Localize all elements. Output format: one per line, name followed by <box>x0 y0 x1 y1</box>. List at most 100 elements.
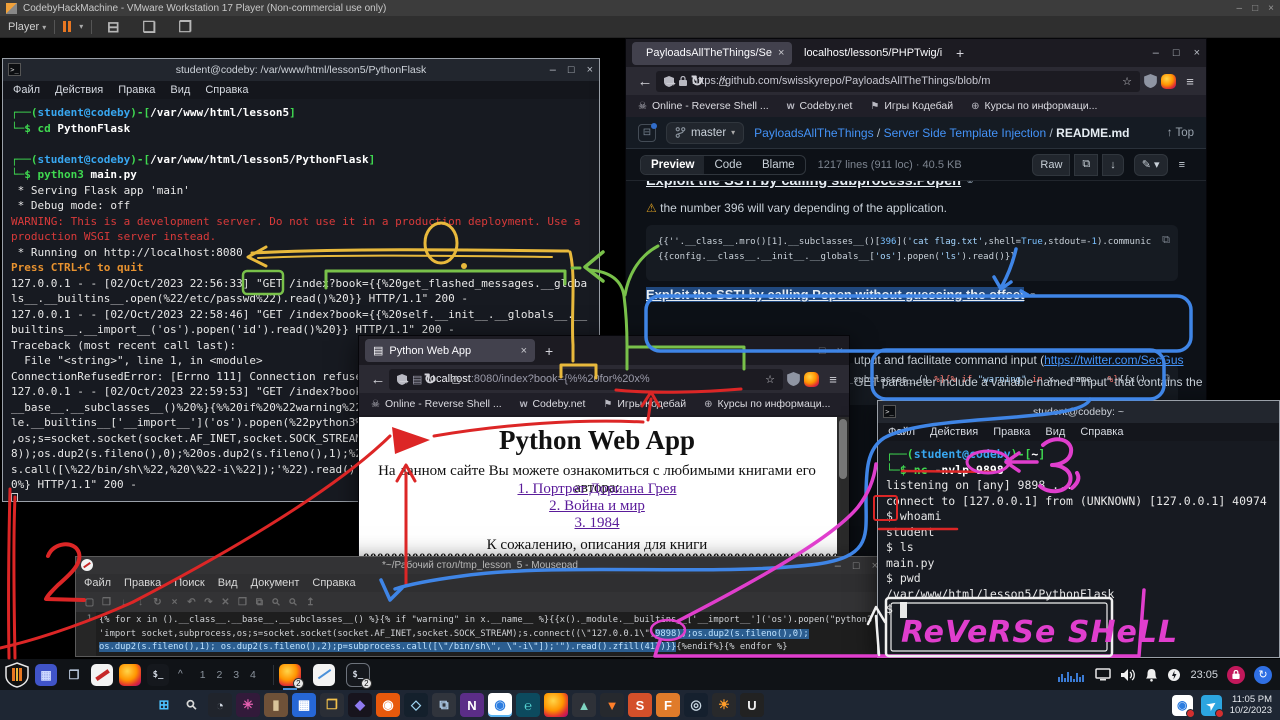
chrome-icon[interactable]: ◉ <box>488 693 512 717</box>
bookmark-star-icon[interactable]: ☆ <box>765 373 775 386</box>
firefox-icon[interactable] <box>119 664 141 686</box>
maximize-button[interactable]: □ <box>568 64 575 76</box>
taskbar-window-firefox[interactable]: 2 <box>279 664 301 686</box>
mousepad-window[interactable]: *~/Рабочий стол/tmp_lesson_5 - Mousepad … <box>75 556 885 657</box>
file-tree-toggle-icon[interactable]: ⊟ <box>638 124 656 142</box>
chevron-up-icon[interactable]: ^ <box>174 669 187 680</box>
menu-actions[interactable]: Действия <box>55 84 103 96</box>
reload-icon[interactable]: ↻ <box>684 68 710 94</box>
vm-menu-logo[interactable] <box>4 662 30 688</box>
screen-lock-icon[interactable] <box>1227 666 1245 684</box>
back-icon[interactable]: ← <box>365 366 391 392</box>
copy-icon[interactable]: ❐ <box>235 595 250 610</box>
edit-pencil-icon[interactable]: ✎ ▾ <box>1134 154 1168 176</box>
chrome-tray-icon[interactable]: ◉ <box>1172 695 1193 716</box>
goto-icon[interactable]: ↥ <box>303 595 318 610</box>
update-icon[interactable]: ↻ <box>1254 666 1272 684</box>
new-file-icon[interactable]: ▢ <box>82 595 97 610</box>
tab-github[interactable]: PayloadsAllTheThings/Se× <box>632 42 792 65</box>
app-calendar[interactable]: ▦ <box>292 693 316 717</box>
volume-icon[interactable] <box>1120 668 1136 682</box>
menu-view[interactable]: Вид <box>218 577 238 589</box>
outline-icon[interactable]: ≡ <box>1172 154 1192 176</box>
link-anchor-icon[interactable]: ⚭ <box>1028 290 1037 302</box>
cut-icon[interactable]: ✕ <box>218 595 233 610</box>
bookmark-codeby[interactable]: wCodeby.net <box>520 398 586 410</box>
fullscreen-icon[interactable]: ❏ <box>136 14 162 40</box>
breadcrumb[interactable]: PayloadsAllTheThings / Server Side Templ… <box>754 126 1129 140</box>
menu-view[interactable]: Вид <box>170 84 190 96</box>
find-icon[interactable]: ⚲ <box>269 595 284 610</box>
pause-dropdown[interactable]: ▾ <box>79 22 83 31</box>
secgus-link[interactable]: https://twitter.com/SecGus <box>1044 353 1183 367</box>
bookmark-star-icon[interactable]: ☆ <box>1122 75 1132 88</box>
download-icon[interactable]: ↓ <box>1102 154 1124 176</box>
replace-icon[interactable]: ⚲ <box>286 595 301 610</box>
reload-icon[interactable]: ↻ <box>150 595 165 610</box>
player-menu[interactable]: Player ▾ <box>8 21 46 33</box>
mousepad-icon[interactable] <box>91 664 113 686</box>
hamburger-menu-icon[interactable]: ≡ <box>1180 74 1200 89</box>
terminal1-titlebar[interactable]: >_ student@codeby: /var/www/html/lesson5… <box>3 59 599 81</box>
menu-view[interactable]: Вид <box>1045 426 1065 438</box>
terminal2-titlebar[interactable]: >_ student@codeby: ~ <box>878 401 1279 423</box>
app-vmware[interactable]: ⧉ <box>432 693 456 717</box>
menu-edit[interactable]: Правка <box>118 84 155 96</box>
file-manager-icon[interactable]: ❒ <box>63 664 85 686</box>
close-tab-icon[interactable]: × <box>521 345 527 357</box>
code-block-subprocess[interactable]: {{''.__class__.mro()[1].__subclasses__()… <box>646 225 1178 281</box>
tab-preview[interactable]: Preview <box>641 156 704 174</box>
open-file-icon[interactable]: ❐ <box>99 595 114 610</box>
copy-code-icon[interactable]: ⧉ <box>1162 233 1170 247</box>
display-icon[interactable] <box>1095 668 1111 681</box>
app-carrot[interactable]: ▼ <box>600 693 624 717</box>
url-text[interactable]: https://github.com/swisskyrepo/PayloadsA… <box>692 75 990 87</box>
start-button[interactable]: ⊞ <box>152 693 176 717</box>
close-file-icon[interactable]: × <box>167 595 182 610</box>
firefox-icon[interactable] <box>544 693 568 717</box>
pause-vm-button[interactable] <box>63 21 71 32</box>
minimize-button[interactable]: – <box>1237 3 1243 14</box>
new-tab-button[interactable]: + <box>950 45 970 61</box>
pocket-icon[interactable] <box>1144 74 1157 88</box>
app-3d[interactable]: ◇ <box>404 693 428 717</box>
bookmark-courses[interactable]: ⊕Курсы по информаци... <box>971 100 1097 112</box>
menu-help[interactable]: Справка <box>205 84 248 96</box>
back-icon[interactable]: ← <box>632 68 658 94</box>
taskbar-window-mousepad[interactable] <box>313 664 335 686</box>
app-steam[interactable]: ◎ <box>684 693 708 717</box>
forward-icon[interactable]: → <box>658 68 684 94</box>
search-icon[interactable]: ⚲ <box>180 693 204 717</box>
bookmark-games[interactable]: ⚑Игры Кодебай <box>603 398 686 410</box>
app-gauge[interactable]: ◔ <box>208 693 232 717</box>
mousepad-titlebar[interactable]: *~/Рабочий стол/tmp_lesson_5 - Mousepad … <box>76 557 884 574</box>
devices-icon[interactable]: ⊟ <box>100 14 126 40</box>
redo-icon[interactable]: ↷ <box>201 595 216 610</box>
cpu-graph-icon[interactable] <box>1058 668 1086 682</box>
close-button[interactable]: × <box>837 345 843 357</box>
telegram-icon[interactable]: ➤ <box>1201 695 1222 716</box>
menu-help[interactable]: Справка <box>1080 426 1123 438</box>
menu-file[interactable]: Файл <box>888 426 915 438</box>
minimize-button[interactable]: – <box>550 64 556 76</box>
book-link-3[interactable]: 3. 1984 <box>359 515 835 532</box>
reload-icon[interactable]: ↻ <box>417 366 443 392</box>
menu-search[interactable]: Поиск <box>174 577 204 589</box>
app-portrait[interactable]: ▮ <box>264 693 288 717</box>
show-desktop-icon[interactable]: ▦ <box>35 664 57 686</box>
unity-mode-icon[interactable]: ❐ <box>172 14 198 40</box>
maximize-button[interactable]: □ <box>819 345 826 357</box>
bookmark-courses[interactable]: ⊕Курсы по информаци... <box>704 398 830 410</box>
notification-bell-icon[interactable] <box>1145 668 1158 682</box>
save-as-icon[interactable]: ↓ <box>133 595 148 610</box>
hamburger-menu-icon[interactable]: ≡ <box>823 372 843 387</box>
pocket-icon[interactable] <box>787 372 800 386</box>
terminal2-output[interactable]: ┌──(student@codeby)-[~]└─$ nc -nvlp 9898… <box>878 441 1279 657</box>
minimize-button[interactable]: – <box>802 345 808 357</box>
view-switcher[interactable]: Preview Code Blame <box>640 155 806 175</box>
save-icon[interactable]: ↓ <box>116 595 131 610</box>
app-orange[interactable]: ◉ <box>376 693 400 717</box>
branch-selector[interactable]: master▾ <box>666 122 744 144</box>
tab-localhost-phptwig[interactable]: localhost/lesson5/PHPTwig/i× <box>796 42 946 65</box>
copy-raw-icon[interactable]: ⧉ <box>1074 154 1098 176</box>
